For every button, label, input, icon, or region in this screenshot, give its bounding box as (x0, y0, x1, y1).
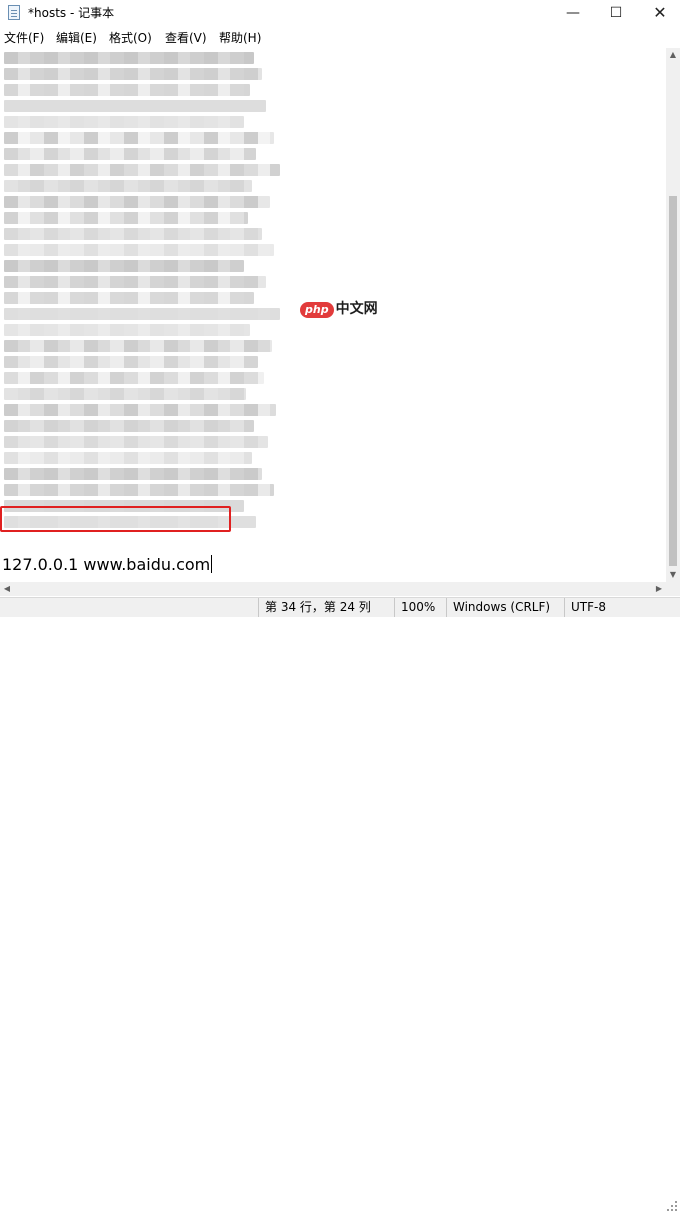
blurred-line (4, 276, 266, 288)
resize-grip-icon[interactable] (666, 1200, 678, 1212)
vertical-scroll-thumb[interactable] (669, 196, 677, 566)
line-ending: Windows (CRLF) (446, 598, 563, 617)
hosts-entry-line[interactable]: 127.0.0.1 www.baidu.com (2, 554, 213, 576)
scroll-left-arrow-icon[interactable]: ◀ (0, 582, 14, 596)
blurred-line (4, 436, 268, 448)
blurred-hosts-content (4, 52, 280, 540)
blurred-line (4, 244, 274, 256)
menu-bar: 文件(F) 编辑(E) 格式(O) 查看(V) 帮助(H) (0, 28, 680, 48)
watermark-php-logo: php (300, 302, 334, 318)
blurred-line (4, 180, 252, 192)
vertical-scrollbar[interactable]: ▲ ▼ (666, 48, 680, 582)
menu-edit[interactable]: 编辑(E) (56, 30, 97, 46)
php-watermark: php 中文网 (300, 298, 378, 318)
blurred-line (4, 324, 250, 336)
scroll-right-arrow-icon[interactable]: ▶ (652, 582, 666, 596)
hosts-entry-text: 127.0.0.1 www.baidu.com (2, 555, 211, 574)
scroll-down-arrow-icon[interactable]: ▼ (666, 568, 680, 582)
blurred-line (4, 404, 276, 416)
blurred-line (4, 308, 280, 320)
close-button[interactable]: ✕ (637, 0, 680, 26)
blurred-line (4, 68, 262, 80)
blurred-line (4, 100, 266, 112)
blurred-line (4, 484, 274, 496)
blurred-line (4, 212, 248, 224)
text-editor-area[interactable]: php 中文网 127.0.0.1 www.baidu.com (0, 48, 666, 582)
blurred-line (4, 292, 254, 304)
blurred-line (4, 340, 272, 352)
blurred-line (4, 84, 250, 96)
blurred-line (4, 420, 254, 432)
blurred-line (4, 196, 270, 208)
minimize-button[interactable]: — (550, 0, 596, 26)
notepad-icon (8, 5, 20, 20)
blurred-line (4, 132, 274, 144)
blurred-line (4, 228, 262, 240)
blurred-line (4, 468, 262, 480)
title-bar: *hosts - 记事本 — ☐ ✕ (0, 0, 680, 26)
blurred-line (4, 52, 254, 64)
blurred-line (4, 116, 244, 128)
horizontal-scrollbar[interactable]: ◀ ▶ (0, 582, 666, 596)
blurred-line (4, 164, 280, 176)
scroll-up-arrow-icon[interactable]: ▲ (666, 48, 680, 62)
blurred-line (4, 452, 252, 464)
blurred-line (4, 148, 256, 160)
blurred-line (4, 356, 258, 368)
window-title: *hosts - 记事本 (28, 6, 115, 20)
text-caret (211, 555, 213, 573)
watermark-text: 中文网 (335, 301, 378, 317)
scrollbar-corner (666, 582, 680, 596)
cursor-position: 第 34 行，第 24 列 (258, 598, 393, 617)
encoding: UTF-8 (564, 598, 680, 617)
menu-view[interactable]: 查看(V) (165, 30, 207, 46)
maximize-button[interactable]: ☐ (593, 0, 639, 26)
blurred-line (4, 260, 244, 272)
menu-format[interactable]: 格式(O) (109, 30, 152, 46)
menu-help[interactable]: 帮助(H) (219, 30, 261, 46)
menu-file[interactable]: 文件(F) (4, 30, 44, 46)
blurred-line (4, 372, 264, 384)
blurred-line (4, 388, 246, 400)
zoom-level: 100% (394, 598, 445, 617)
red-highlight-box (0, 506, 231, 532)
status-bar: 第 34 行，第 24 列 100% Windows (CRLF) UTF-8 (0, 597, 680, 1211)
